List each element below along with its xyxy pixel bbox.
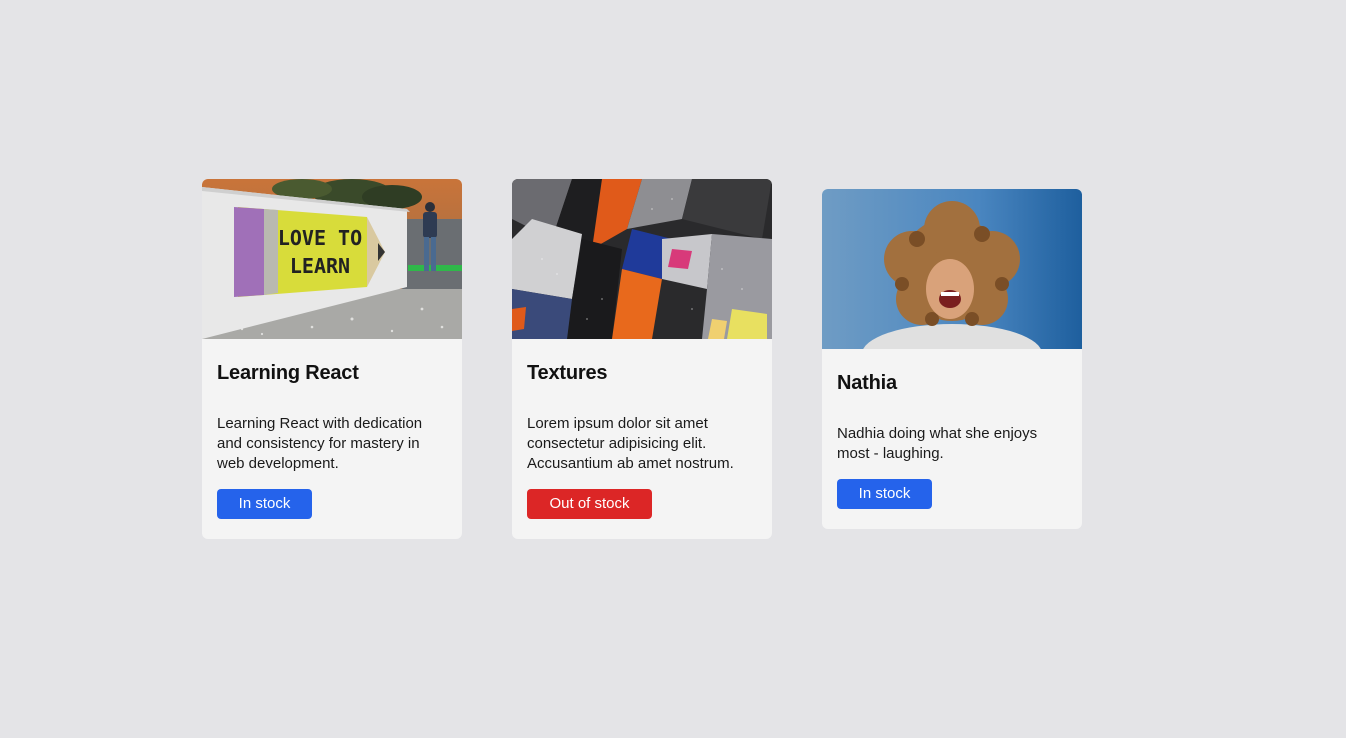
in-stock-badge[interactable]: In stock xyxy=(217,489,312,519)
out-of-stock-badge[interactable]: Out of stock xyxy=(527,489,652,519)
card-title: Nathia xyxy=(837,372,897,394)
laughing-woman-photo xyxy=(822,189,1082,349)
card-description: Nadhia doing what she enjoys most - laug… xyxy=(837,425,1038,462)
card-description: Lorem ipsum dolor sit amet consectetur a… xyxy=(527,415,734,472)
card-description: Learning React with dedication and consi… xyxy=(217,415,423,472)
card-title: Textures xyxy=(527,362,608,384)
love-to-learn-photo: LOVE TO LEARN xyxy=(202,179,462,339)
svg-text:LOVE TO: LOVE TO xyxy=(278,226,362,250)
card-title: Learning React xyxy=(217,362,359,384)
product-card-nathia: Nathia Nadhia doing what she enjoys most… xyxy=(822,189,1082,529)
abstract-texture-photo xyxy=(512,179,772,339)
in-stock-badge[interactable]: In stock xyxy=(837,479,932,509)
product-card-learning-react: LOVE TO LEARN Learning React Learning Re… xyxy=(202,179,462,539)
svg-text:LEARN: LEARN xyxy=(290,254,350,278)
product-card-textures: Textures Lorem ipsum dolor sit amet cons… xyxy=(512,179,772,539)
